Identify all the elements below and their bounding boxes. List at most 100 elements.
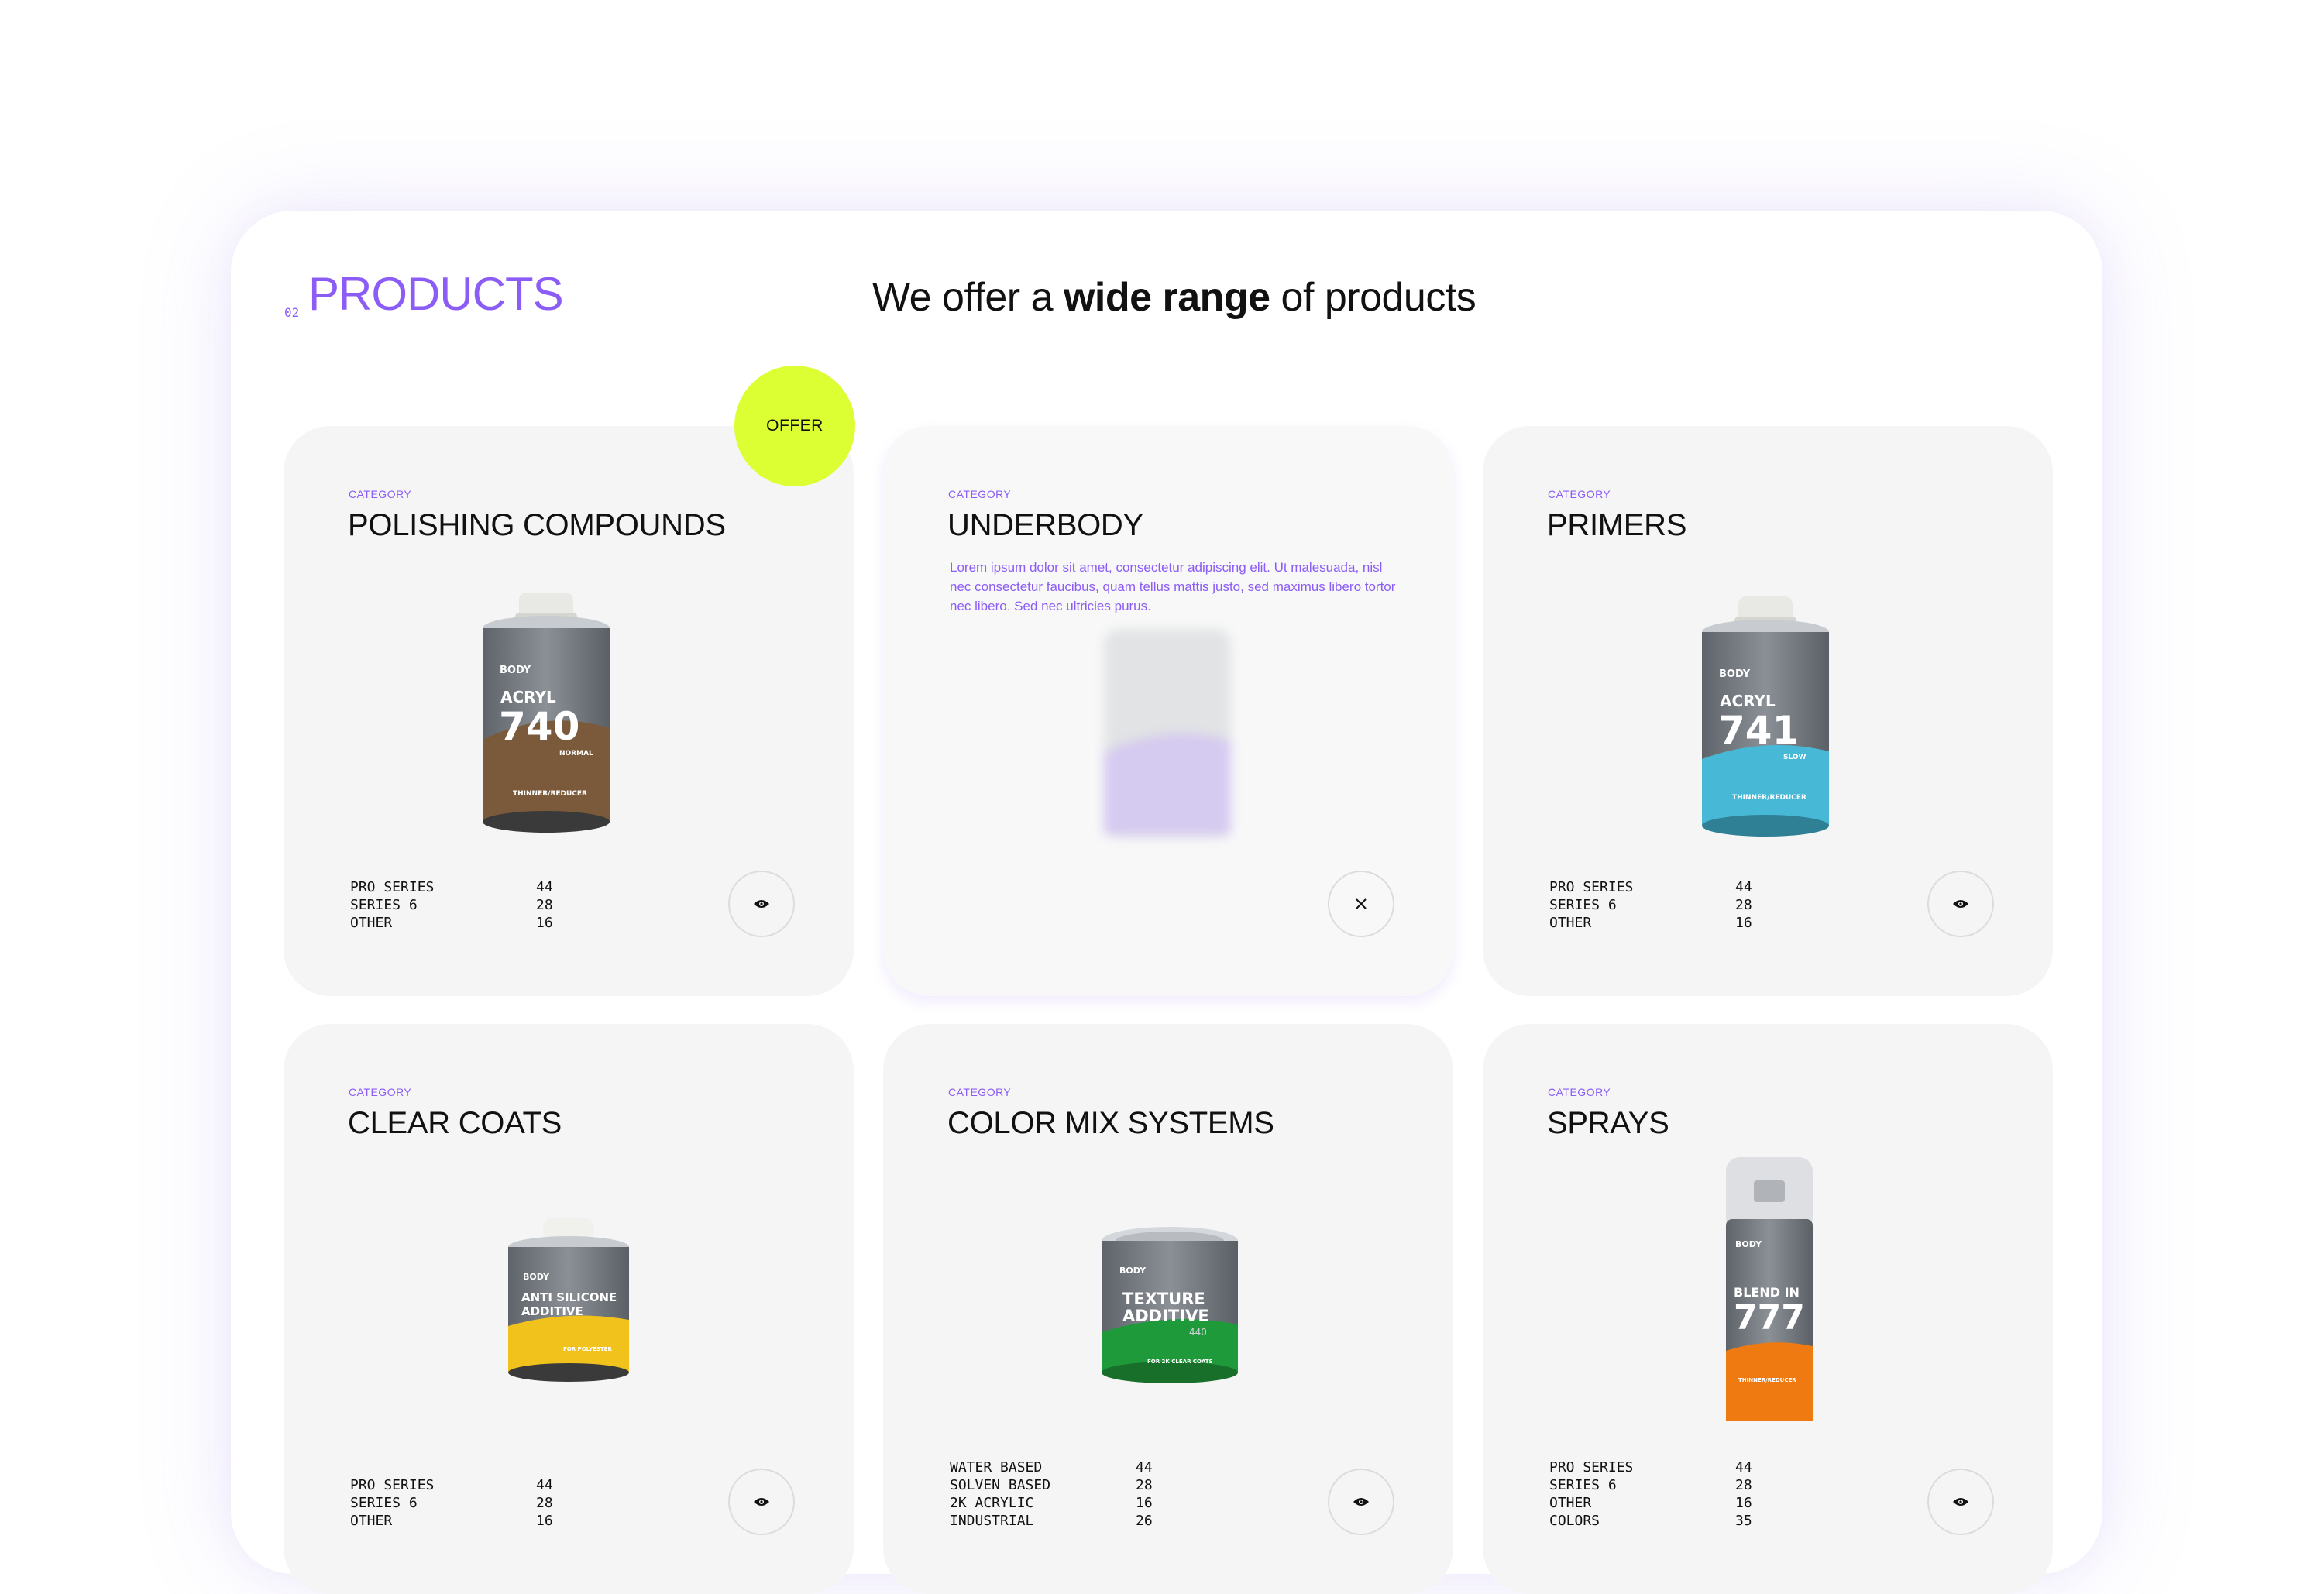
product-brand: BODY [500, 665, 531, 676]
stat-label: PRO SERIES [1549, 1459, 1634, 1475]
stat-row: COLORS 35 [1549, 1512, 1752, 1530]
stat-value: 28 [536, 897, 553, 913]
stat-value: 44 [1735, 879, 1752, 895]
category-card-polishing-compounds[interactable]: CATEGORY POLISHING COMPOUNDS BODY ACRYL … [284, 426, 854, 996]
stat-label: WATER BASED [950, 1459, 1043, 1475]
eye-icon [1953, 1498, 1968, 1506]
category-title: UNDERBODY [947, 508, 1143, 542]
stat-value: 28 [1136, 1477, 1153, 1493]
stat-row: SERIES 6 28 [350, 896, 553, 914]
category-card-clear-coats[interactable]: CATEGORY CLEAR COATS BODY ANTI SILICONE … [284, 1024, 854, 1594]
category-card-underbody[interactable]: CATEGORY UNDERBODY Lorem ipsum dolor sit… [883, 426, 1453, 996]
eye-icon [1353, 1498, 1369, 1506]
stat-row: PRO SERIES 44 [1549, 878, 1752, 896]
category-label: CATEGORY [1548, 1086, 1611, 1098]
category-card-color-mix-systems[interactable]: CATEGORY COLOR MIX SYSTEMS BODY TEXTURE … [883, 1024, 1453, 1594]
stats-list: PRO SERIES 44 SERIES 6 28 OTHER 16 [350, 1476, 553, 1530]
section-title: PRODUCTS [308, 268, 564, 320]
category-title: PRIMERS [1547, 508, 1687, 542]
stat-value: 16 [1735, 1495, 1752, 1511]
stat-row: SERIES 6 28 [350, 1494, 553, 1512]
product-spray-image: BODY BLEND IN 777 THINNER/REDUCER [1726, 1157, 1813, 1421]
stat-label: OTHER [350, 1513, 393, 1529]
eye-icon [754, 1498, 769, 1506]
stats-list: PRO SERIES 44 SERIES 6 28 OTHER 16 COLORS 35 [1549, 1458, 1752, 1530]
category-label: CATEGORY [948, 1086, 1012, 1098]
product-line: ADDITIVE [1122, 1307, 1209, 1325]
product-footer: THINNER/REDUCER [513, 790, 587, 798]
product-brand: BODY [1719, 668, 1751, 680]
stat-label: SERIES 6 [350, 1495, 418, 1511]
product-footer: FOR POLYESTER [563, 1346, 612, 1352]
headline: We offer a wide range of products [872, 275, 1477, 320]
eye-icon [754, 900, 769, 908]
product-number: 740 [499, 704, 579, 749]
stat-value: 28 [1735, 1477, 1752, 1493]
stat-label: SOLVEN BASED [950, 1477, 1051, 1493]
category-title: POLISHING COMPOUNDS [348, 508, 726, 542]
stat-value: 28 [536, 1495, 553, 1511]
stat-row: OTHER 16 [350, 914, 553, 932]
category-card-sprays[interactable]: CATEGORY SPRAYS BODY BLEND IN 777 THINNE… [1483, 1024, 2053, 1594]
stat-row: SOLVEN BASED 28 [950, 1476, 1153, 1494]
headline-bold: wide range [1063, 275, 1270, 320]
stat-label: PRO SERIES [1549, 879, 1634, 895]
category-title: CLEAR COATS [348, 1106, 562, 1140]
product-line: ANTI SILICONE [521, 1290, 617, 1304]
section-number: 02 [284, 305, 300, 320]
category-label: CATEGORY [349, 488, 412, 500]
product-number: 440 [1189, 1327, 1207, 1338]
stat-value: 44 [536, 879, 553, 895]
product-brand: BODY [523, 1272, 550, 1282]
stat-value: 16 [536, 915, 553, 931]
product-can-image: BODY ANTI SILICONE ADDITIVE FOR POLYESTE… [508, 1218, 629, 1382]
stat-value: 16 [1735, 915, 1752, 931]
stat-label: OTHER [1549, 1495, 1592, 1511]
close-icon [1356, 898, 1367, 909]
stat-value: 26 [1136, 1513, 1153, 1529]
stat-row: SERIES 6 28 [1549, 896, 1752, 914]
stat-row: OTHER 16 [350, 1512, 553, 1530]
product-can-image: BODY ACRYL 740 NORMAL THINNER/REDUCER [483, 593, 610, 833]
product-brand: BODY [1119, 1266, 1147, 1276]
stat-row: PRO SERIES 44 [1549, 1458, 1752, 1476]
stat-label: SERIES 6 [1549, 1477, 1617, 1493]
view-button[interactable] [1927, 1469, 1994, 1535]
stat-row: PRO SERIES 44 [350, 878, 553, 896]
view-button[interactable] [1328, 1469, 1394, 1535]
product-line: TEXTURE [1122, 1290, 1205, 1308]
view-button[interactable] [728, 1469, 795, 1535]
stats-list: WATER BASED 44 SOLVEN BASED 28 2K ACRYLIC 1… [950, 1458, 1153, 1530]
stat-row: OTHER 16 [1549, 914, 1752, 932]
stat-row: WATER BASED 44 [950, 1458, 1153, 1476]
stat-value: 16 [1136, 1495, 1153, 1511]
close-button[interactable] [1328, 871, 1394, 937]
category-label: CATEGORY [349, 1086, 412, 1098]
eye-icon [1953, 900, 1968, 908]
view-button[interactable] [728, 871, 795, 937]
stat-label: SERIES 6 [1549, 897, 1617, 913]
category-label: CATEGORY [948, 488, 1012, 500]
product-brand: BODY [1735, 1239, 1762, 1249]
category-title: SPRAYS [1547, 1106, 1669, 1140]
headline-prefix: We offer a [872, 275, 1064, 320]
category-card-primers[interactable]: CATEGORY PRIMERS BODY ACRYL 741 SLOW THI… [1483, 426, 2053, 996]
stats-list: PRO SERIES 44 SERIES 6 28 OTHER 16 [1549, 878, 1752, 932]
product-footer: THINNER/REDUCER [1732, 794, 1807, 802]
stat-value: 28 [1735, 897, 1752, 913]
product-footer: FOR 2K CLEAR COATS [1147, 1359, 1213, 1365]
offer-badge[interactable]: OFFER [734, 366, 855, 486]
product-can-image: BODY ACRYL 741 SLOW THINNER/REDUCER [1702, 596, 1829, 837]
stat-value: 35 [1735, 1513, 1752, 1529]
stats-list: PRO SERIES 44 SERIES 6 28 OTHER 16 [350, 878, 553, 932]
stat-value: 44 [536, 1477, 553, 1493]
view-button[interactable] [1927, 871, 1994, 937]
stat-label: PRO SERIES [350, 1477, 435, 1493]
product-can-image: BODY TEXTURE ADDITIVE 440 FOR 2K CLEAR C… [1102, 1227, 1238, 1383]
headline-suffix: of products [1270, 275, 1477, 320]
stat-label: 2K ACRYLIC [950, 1495, 1034, 1511]
stat-label: OTHER [1549, 915, 1592, 931]
stat-row: OTHER 16 [1549, 1494, 1752, 1512]
product-line: ADDITIVE [521, 1304, 583, 1318]
product-number: 777 [1734, 1298, 1805, 1338]
